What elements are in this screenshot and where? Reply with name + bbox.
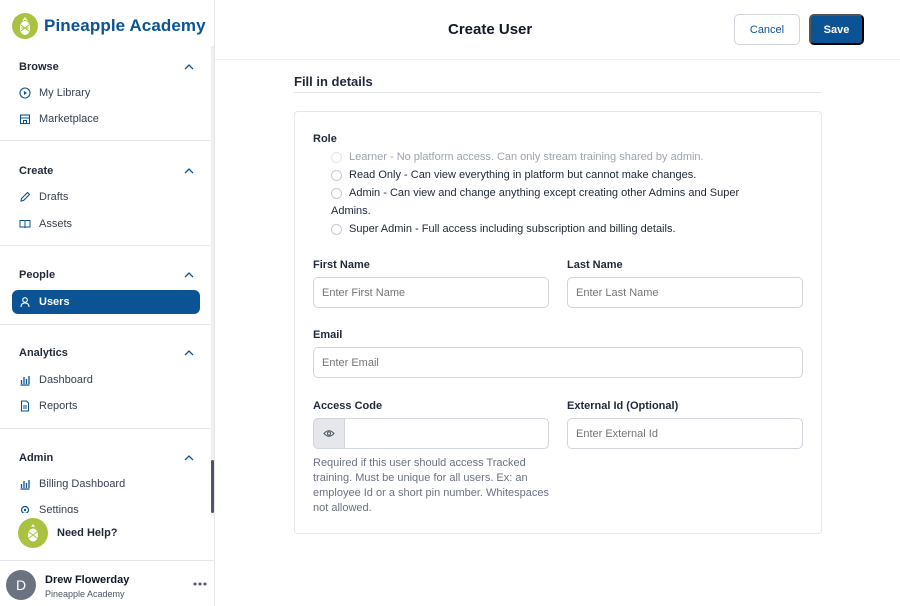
pencil-icon [20,191,31,202]
brand-name: Pineapple Academy [44,16,206,35]
page-header: Create User Cancel Save [215,0,900,60]
section-analytics-header[interactable]: Analytics [19,344,195,362]
more-options-icon[interactable] [192,581,208,587]
bar-chart-icon [20,376,30,386]
brand[interactable]: Pineapple Academy [12,12,206,40]
first-name-label: First Name [313,259,370,271]
sidebar-item-label: Billing Dashboard [39,478,126,490]
user-org: Pineapple Academy [45,589,125,599]
sidebar-clip: Settings [0,496,210,513]
sidebar-item-label: Dashboard [39,374,93,386]
access-code-hint: Required if this user should access Trac… [313,457,550,514]
role-option-super-admin: Super Admin - Full access including subs… [349,223,676,235]
eye-icon [323,430,335,437]
sidebar-divider [0,245,210,246]
sidebar: Pineapple Academy Browse My Library Mark… [0,0,215,606]
sidebar-item-label: Marketplace [39,113,99,125]
sidebar-scrollbar-track[interactable] [211,46,214,516]
need-help-label: Need Help? [57,527,118,539]
sidebar-item-label: Settings [39,504,79,513]
sidebar-item-reports[interactable]: Reports [12,394,200,418]
access-code-label: Access Code [313,400,383,412]
form-section-divider [294,92,821,93]
chevron-up-icon [184,272,194,278]
sidebar-item-assets[interactable]: Assets [12,212,200,236]
user-name: Drew Flowerday [45,574,130,586]
pineapple-logo-icon [12,13,38,39]
role-option-learner: Learner - No platform access. Can only s… [349,151,704,163]
section-title: Create [19,165,54,177]
sidebar-item-billing-dashboard[interactable]: Billing Dashboard [12,472,200,496]
show-access-code-toggle[interactable] [313,418,345,449]
section-title: Analytics [19,347,68,359]
section-title: People [19,269,56,281]
sidebar-item-settings[interactable]: Settings [12,498,200,513]
section-title: Admin [19,452,54,464]
form-section-title: Fill in details [294,74,373,89]
access-code-input[interactable] [344,418,549,449]
sidebar-divider [0,324,210,325]
user-profile[interactable]: D Drew Flowerday Pineapple Academy [0,560,214,606]
last-name-label: Last Name [567,259,623,271]
external-id-label: External Id (Optional) [567,400,679,412]
gear-icon [20,505,30,513]
role-option-admin: Admin - Can view and change anything exc… [331,187,740,217]
save-button[interactable]: Save [809,14,864,45]
cancel-button[interactable]: Cancel [734,14,800,45]
last-name-input[interactable] [567,277,803,308]
email-input[interactable] [313,347,803,378]
page-title: Create User [448,21,533,38]
sidebar-item-label: Users [39,296,70,308]
play-circle-icon [19,87,31,99]
store-icon [19,114,31,125]
section-title: Browse [19,61,59,73]
sidebar-divider [0,428,210,429]
sidebar-item-my-library[interactable]: My Library [12,81,200,105]
role-option-read-only: Read Only - Can view everything in platf… [349,169,697,181]
external-id-input[interactable] [567,418,803,449]
chevron-up-icon [184,455,194,461]
sidebar-item-drafts[interactable]: Drafts [12,185,200,209]
user-icon [20,297,30,308]
chevron-up-icon [184,168,194,174]
sidebar-scrollbar-thumb[interactable] [211,460,214,513]
chevron-up-icon [184,64,194,70]
section-admin-header[interactable]: Admin [19,449,195,467]
first-name-input[interactable] [313,277,549,308]
sidebar-divider [0,140,210,141]
sidebar-item-label: My Library [39,87,91,99]
bar-chart-icon [20,480,30,490]
sidebar-item-label: Reports [39,400,78,412]
sidebar-item-dashboard[interactable]: Dashboard [12,368,200,392]
sidebar-item-marketplace[interactable]: Marketplace [12,107,200,131]
need-help-button[interactable]: Need Help? [18,518,118,548]
book-icon [19,220,31,229]
email-label: Email [313,329,343,341]
document-icon [20,400,30,412]
section-people-header[interactable]: People [19,266,195,284]
pineapple-help-icon [18,518,48,548]
chevron-up-icon [184,350,194,356]
section-create-header[interactable]: Create [19,162,195,180]
role-label: Role [313,133,337,145]
sidebar-item-users[interactable]: Users [12,290,200,314]
sidebar-item-label: Assets [39,218,73,230]
sidebar-item-label: Drafts [39,191,69,203]
avatar: D [6,570,36,600]
section-browse-header[interactable]: Browse [19,58,195,76]
